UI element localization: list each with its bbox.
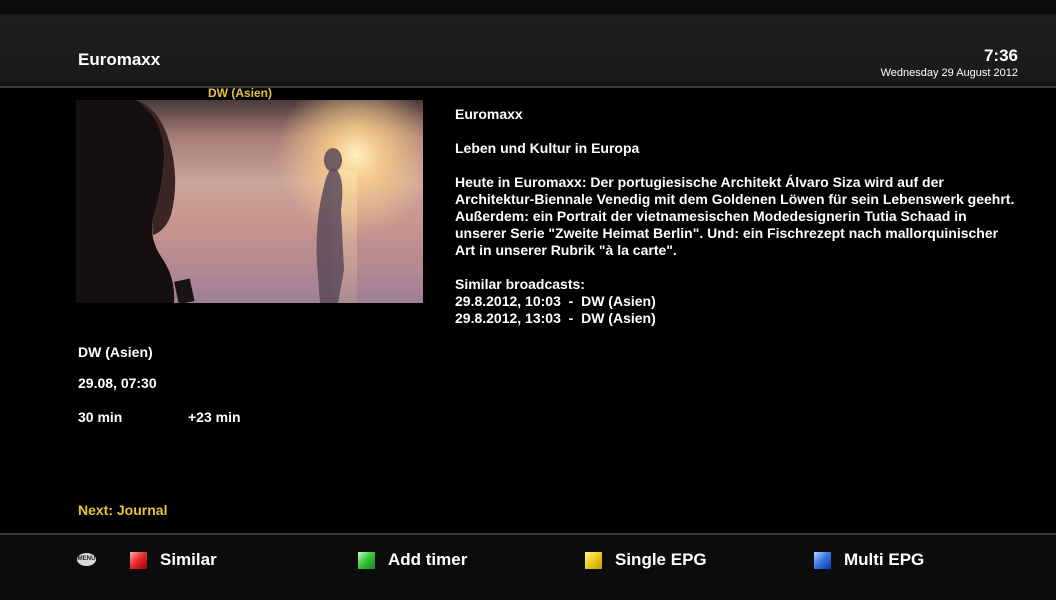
next-event: Next: Journal bbox=[78, 502, 168, 518]
add-timer-button-label: Add timer bbox=[388, 550, 468, 569]
event-description[interactable]: Euromaxx Leben und Kultur in Europa Heut… bbox=[455, 106, 1015, 327]
similar-button[interactable]: Similar bbox=[130, 550, 217, 570]
event-start-time: 29.08, 07:30 bbox=[78, 375, 157, 391]
similar-heading: Similar broadcasts: bbox=[455, 276, 585, 292]
event-remaining: +23 min bbox=[188, 409, 241, 425]
event-channel: DW (Asien) bbox=[78, 344, 153, 360]
single-epg-button-label: Single EPG bbox=[615, 550, 707, 569]
similar-item[interactable]: 29.8.2012, 10:03 - DW (Asien) bbox=[455, 293, 1015, 310]
multi-epg-button-label: Multi EPG bbox=[844, 550, 925, 569]
preview-channel-label: DW (Asien) bbox=[208, 86, 272, 100]
clock-time: 7:36 bbox=[983, 46, 1018, 65]
header-divider bbox=[0, 86, 1056, 88]
green-key-icon bbox=[358, 551, 375, 569]
description-body: Heute in Euromaxx: Der portugiesische Ar… bbox=[455, 174, 1015, 258]
similar-button-label: Similar bbox=[160, 550, 217, 569]
menu-icon[interactable]: MENU bbox=[77, 553, 96, 566]
yellow-key-icon bbox=[585, 551, 602, 569]
multi-epg-button[interactable]: Multi EPG bbox=[814, 550, 924, 570]
add-timer-button[interactable]: Add timer bbox=[358, 550, 467, 570]
video-preview bbox=[76, 100, 423, 303]
similar-item[interactable]: 29.8.2012, 13:03 - DW (Asien) bbox=[455, 310, 1015, 327]
page-title: Euromaxx bbox=[78, 50, 161, 69]
clock-date: Wednesday 29 August 2012 bbox=[880, 67, 1018, 79]
description-subtitle: Leben und Kultur in Europa bbox=[455, 140, 640, 156]
single-epg-button[interactable]: Single EPG bbox=[585, 550, 707, 570]
description-title: Euromaxx bbox=[455, 106, 523, 122]
video-preview-image bbox=[76, 100, 423, 303]
event-duration: 30 min bbox=[78, 409, 123, 425]
red-key-icon bbox=[130, 551, 147, 569]
blue-key-icon bbox=[814, 551, 831, 569]
